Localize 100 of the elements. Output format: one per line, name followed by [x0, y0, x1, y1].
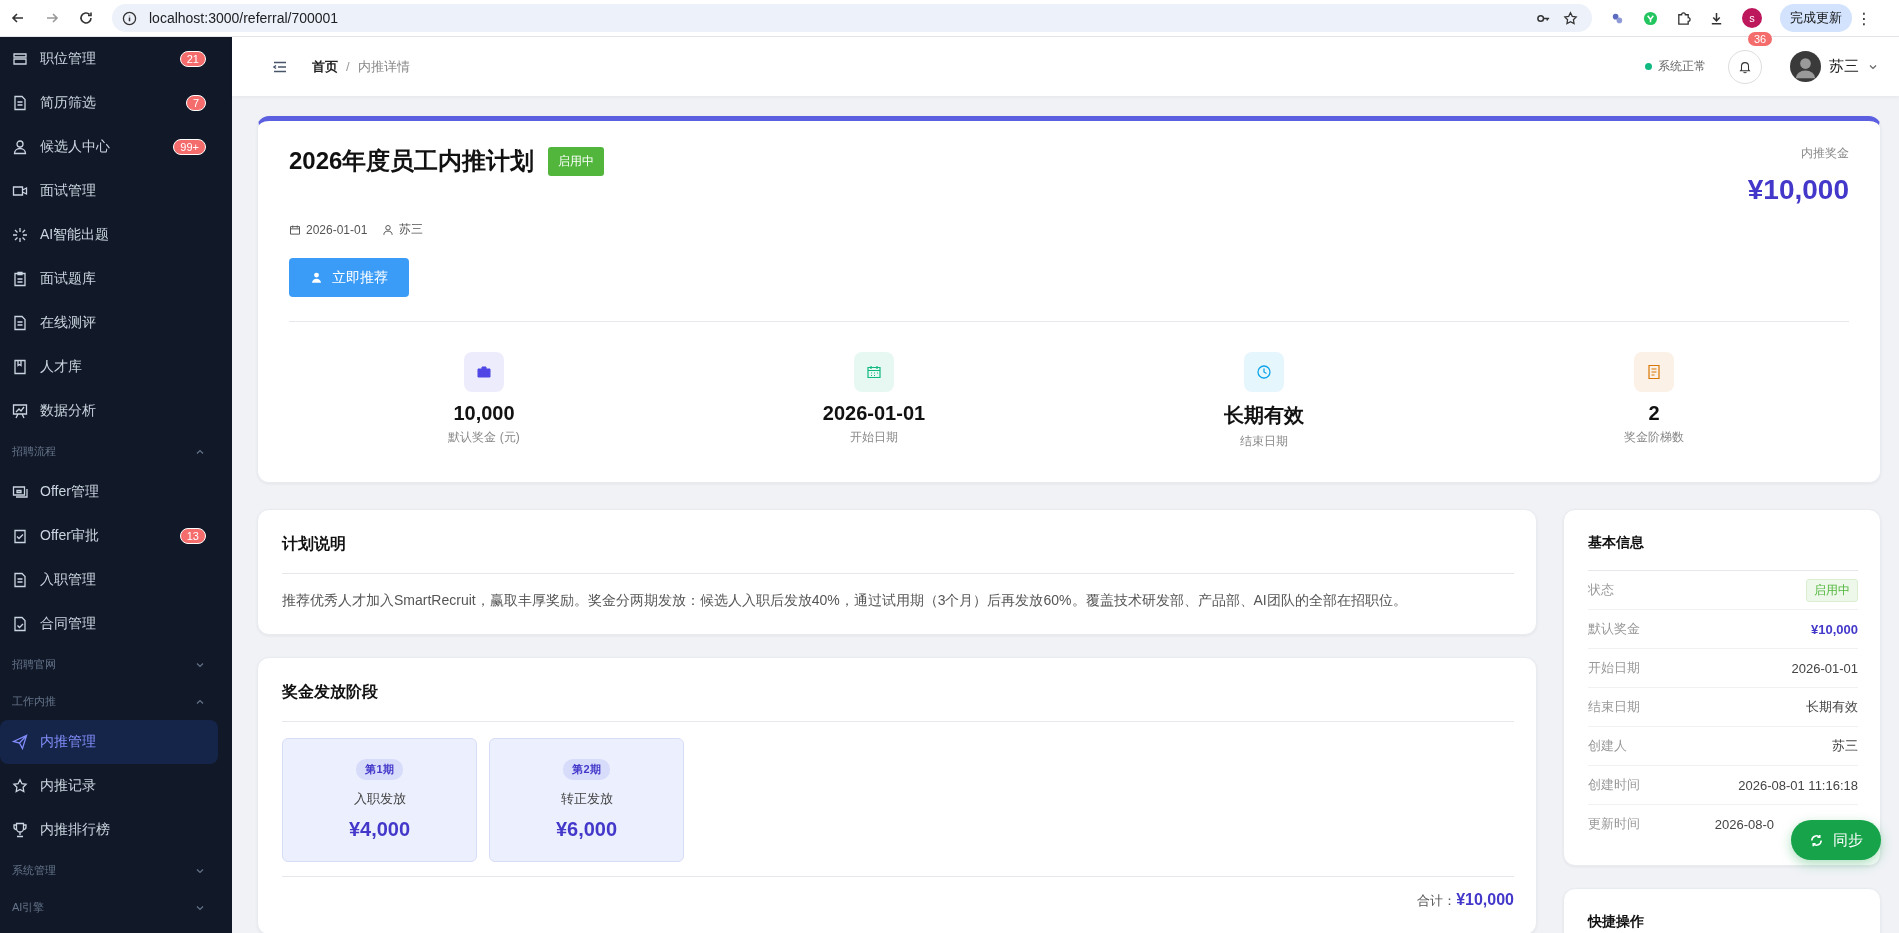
card-title: 快捷操作 — [1588, 913, 1858, 933]
puzzle-icon[interactable] — [1676, 10, 1691, 26]
menu-item-icon — [12, 778, 28, 794]
stage-badge: 第1期 — [356, 759, 403, 780]
menu-group-header[interactable]: 系统管理 — [0, 852, 218, 889]
sidebar-item[interactable]: 内推排行榜 — [0, 808, 218, 852]
menu-item-icon — [12, 572, 28, 588]
reload-icon[interactable] — [78, 10, 94, 26]
count-badge: 99+ — [173, 139, 206, 155]
menu-item-icon — [12, 734, 28, 750]
sidebar-item[interactable]: 人才库 — [0, 345, 218, 389]
stage-name: 入职发放 — [353, 790, 406, 808]
doc-icon — [1646, 364, 1662, 380]
status-tag: 启用中 — [1806, 578, 1858, 602]
stat-label: 开始日期 — [850, 429, 898, 446]
sidebar-item[interactable]: 入职管理 — [0, 558, 218, 602]
menu-item-icon — [12, 484, 28, 500]
description-text: 推荐优秀人才加入SmartRecruit，赢取丰厚奖励。奖金分两期发放：候选人入职后发放40%，通过试用期（3个月）后再发放60%。覆盖技术研发部、产品部、AI团队的全部在招职位。 — [282, 592, 1408, 610]
menu-item-icon — [12, 271, 28, 287]
sidebar-item[interactable]: 职位管理 21 — [0, 37, 218, 81]
stage-amount: ¥4,000 — [348, 818, 411, 841]
menu-group-header[interactable]: 招聘流程 — [0, 433, 218, 470]
clock-icon — [1256, 364, 1272, 380]
menu-item-icon — [12, 51, 28, 67]
sidebar-item[interactable]: 面试题库 — [0, 257, 218, 301]
download-icon[interactable] — [1709, 10, 1724, 26]
menu-item-icon — [12, 315, 28, 331]
stat-value: 2026-01-01 — [822, 402, 926, 425]
bonus-amount: ¥10,000 — [1747, 174, 1849, 206]
menu-item-icon — [12, 528, 28, 544]
info-icon[interactable] — [122, 10, 137, 26]
sidebar-item[interactable]: 内推记录 — [0, 764, 218, 808]
profile-avatar[interactable]: s — [1742, 8, 1762, 28]
info-label: 默认奖金 — [1588, 620, 1640, 638]
info-value: 2026-08-0 — [1714, 816, 1774, 832]
user-name[interactable]: 苏三 — [1829, 57, 1859, 76]
stat-label: 默认奖金 (元) — [448, 429, 520, 446]
info-value: 长期有效 — [1806, 698, 1858, 716]
sidebar-item[interactable]: 数据分析 — [0, 389, 218, 433]
stage-amount: ¥6,000 — [555, 818, 618, 841]
sidebar-item[interactable]: 在线测评 — [0, 301, 218, 345]
sync-icon — [1809, 832, 1824, 848]
count-badge: 21 — [179, 51, 206, 67]
sidebar-item[interactable]: 候选人中心 99+ — [0, 125, 218, 169]
card-title: 奖金发放阶段 — [282, 682, 1514, 722]
star-icon[interactable] — [1563, 10, 1578, 26]
stat-label: 奖金阶梯数 — [1624, 429, 1684, 446]
stat-value: 2 — [1648, 402, 1660, 425]
menu-group-header[interactable]: AI引擎 — [0, 889, 218, 926]
card-title: 计划说明 — [282, 534, 1514, 574]
sidebar-item[interactable]: 内推管理 — [0, 720, 218, 764]
menu-item-icon — [12, 359, 28, 375]
card-title: 基本信息 — [1588, 534, 1858, 571]
info-value: 2026-01-01 — [1791, 660, 1858, 676]
menu-item-icon — [12, 403, 28, 419]
system-status-text: 系统正常 — [1658, 58, 1706, 75]
breadcrumb-link[interactable]: 首页 — [312, 57, 338, 76]
info-value: ¥10,000 — [1811, 621, 1858, 637]
menu-item-icon — [12, 139, 28, 155]
sidebar-item[interactable]: Offer审批 13 — [0, 514, 218, 558]
briefcase-icon — [476, 364, 492, 380]
sidebar-item[interactable]: Offer管理 — [0, 470, 218, 514]
menu-item-icon — [12, 822, 28, 838]
browser-menu-button[interactable]: ⋮ — [1856, 8, 1872, 28]
menu-group-header[interactable]: 招聘官网 — [0, 646, 218, 683]
sidebar-item[interactable]: 合同管理 — [0, 602, 218, 646]
avatar-silhouette[interactable] — [1790, 51, 1821, 82]
sidebar-item[interactable]: 面试管理 — [0, 169, 218, 213]
stat-value: 10,000 — [453, 402, 515, 425]
calendar-icon — [289, 223, 301, 236]
stage-badge: 第2期 — [563, 759, 610, 780]
info-label: 更新时间 — [1588, 815, 1640, 833]
breadcrumb-separator: / — [346, 59, 350, 74]
info-value: 2026-08-01 11:16:18 — [1738, 777, 1858, 793]
stage-name: 转正发放 — [560, 790, 613, 808]
info-label: 创建人 — [1588, 737, 1627, 755]
person-icon — [382, 223, 395, 236]
count-badge: 13 — [179, 528, 206, 544]
menu-item-icon — [12, 227, 28, 243]
info-label: 状态 — [1588, 581, 1614, 599]
user-icon — [310, 271, 323, 284]
menu-item-icon — [12, 616, 28, 632]
calendar-icon — [866, 364, 882, 380]
menu-group-header[interactable]: 工作内推 — [0, 683, 218, 720]
plan-title: 2026年度员工内推计划 — [289, 146, 535, 176]
sidebar-item[interactable]: AI智能出题 — [0, 213, 218, 257]
menu-item-icon — [12, 95, 28, 111]
total-label: 合计： — [1417, 892, 1457, 910]
address-bar[interactable]: localhost:3000/referral/700001 — [112, 4, 1592, 32]
sidebar-item[interactable]: 简历筛选 7 — [0, 81, 218, 125]
url-text: localhost:3000/referral/700001 — [149, 10, 339, 26]
bell-icon — [1738, 59, 1752, 74]
menu-item-icon — [12, 183, 28, 199]
total-amount: ¥10,000 — [1456, 891, 1514, 909]
info-label: 结束日期 — [1588, 698, 1640, 716]
info-label: 创建时间 — [1588, 776, 1640, 794]
bonus-label: 内推奖金 — [1801, 145, 1849, 162]
stat-value: 长期有效 — [1224, 403, 1304, 428]
info-value: 苏三 — [1832, 737, 1858, 755]
update-button[interactable]: 完成更新 — [1780, 4, 1852, 32]
